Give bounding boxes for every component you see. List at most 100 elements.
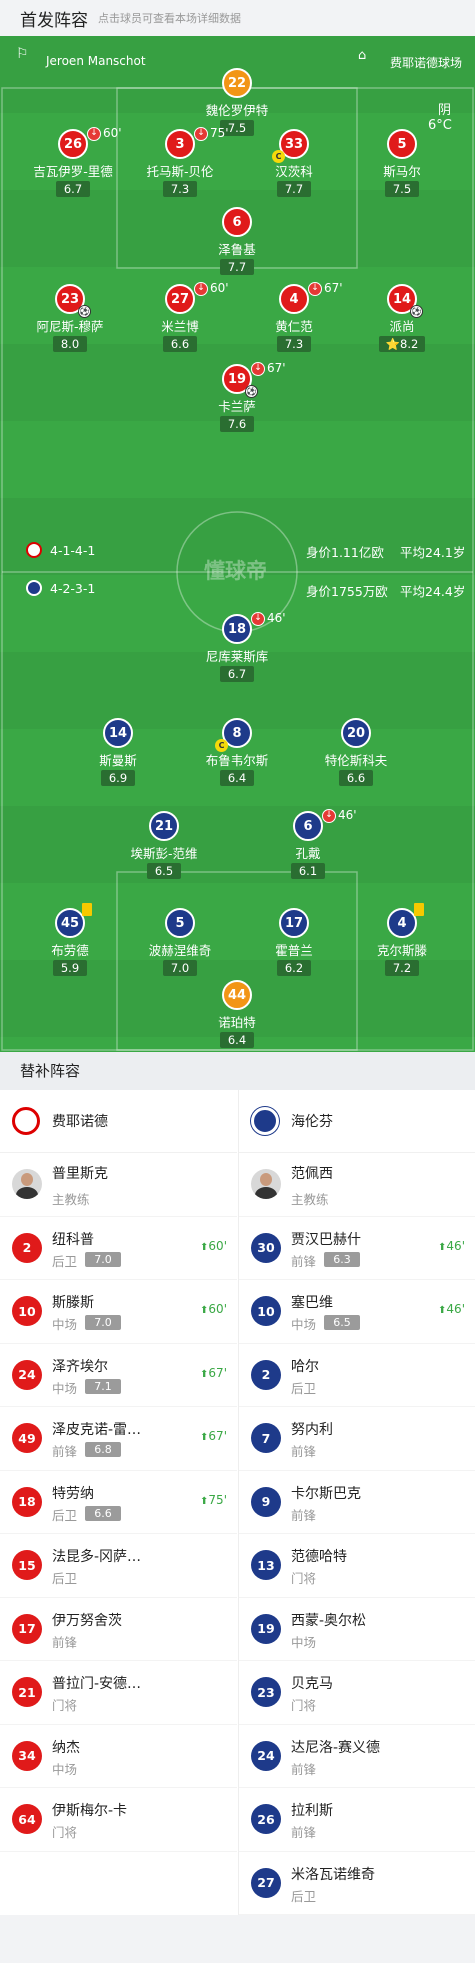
player-name: 伊斯梅尔-卡 xyxy=(52,1803,128,1819)
player-position: 门将 xyxy=(52,1698,78,1713)
player-name: 西蒙-奥尔松 xyxy=(291,1612,367,1629)
sub-player-row[interactable]: 24 泽齐埃尔 中场 7.1 ⬆67' xyxy=(0,1344,237,1407)
sub-player-row[interactable]: 24 达尼洛-赛义德 前锋 xyxy=(239,1725,475,1788)
player-name: 努内利 xyxy=(291,1422,333,1438)
player-rating: 6.8 xyxy=(85,1442,121,1457)
sub-in-minute: 60' xyxy=(208,1238,227,1253)
jersey-number: 22 xyxy=(222,68,252,98)
jersey-number: 15 xyxy=(12,1550,42,1580)
away-team-row[interactable]: 海伦芬 xyxy=(239,1090,475,1153)
home-coach-row[interactable]: 普里斯克 主教练 xyxy=(0,1153,237,1217)
sub-player-row[interactable]: 15 法昆多-冈萨… 后卫 xyxy=(0,1534,237,1598)
sub-in-minute: 46' xyxy=(446,1238,465,1253)
sub-in-time: ⬆67' xyxy=(200,1366,227,1380)
jersey-number: 6 xyxy=(293,811,323,841)
player-position: 门将 xyxy=(52,1825,78,1840)
player-name: 贾汉巴赫什 xyxy=(291,1231,361,1248)
player-position: 后卫 xyxy=(291,1380,317,1396)
yellow-card-icon xyxy=(414,903,424,916)
jersey-number: 14 xyxy=(103,718,133,748)
jersey-number: 45 xyxy=(55,908,85,938)
avatar xyxy=(12,1169,42,1199)
player-rating: 6.6 xyxy=(339,770,373,786)
jersey-number: 20 xyxy=(341,718,371,748)
sub-player-row[interactable]: 27 米洛瓦诺维奇 后卫 xyxy=(239,1852,475,1915)
sub-in-time: ⬆67' xyxy=(200,1429,227,1443)
player-rating: 7.2 xyxy=(385,960,419,976)
player-rating: 6.1 xyxy=(291,863,325,879)
avatar xyxy=(251,1169,281,1199)
player-position: 中场 xyxy=(291,1634,317,1650)
home-team-name: 费耶诺德 xyxy=(52,1114,108,1130)
jersey-number: 26 xyxy=(58,129,88,159)
jersey-number: 24 xyxy=(12,1359,42,1390)
sub-player-row[interactable]: 7 努内利 前锋 xyxy=(239,1407,475,1471)
player-rating: 7.1 xyxy=(85,1378,121,1394)
sub-player-row[interactable]: 34 纳杰 中场 xyxy=(0,1725,237,1788)
player-name: 米洛瓦诺维奇 xyxy=(291,1866,375,1883)
sub-in-time: ⬆60' xyxy=(200,1239,227,1253)
player-position: 前锋 xyxy=(291,1444,317,1459)
jersey-number: 21 xyxy=(149,811,179,841)
player-rating: 7.3 xyxy=(277,336,311,352)
player-name: 伊万努舍茨 xyxy=(52,1612,122,1629)
away-formation: 4-2-3-1 xyxy=(50,581,96,596)
coach-role: 主教练 xyxy=(291,1192,329,1207)
sub-out-icon: ↓ xyxy=(251,362,265,376)
home-subs-column: 费耶诺德 普里斯克 主教练 2 纽科普 后卫 7.0 ⬆60' 10 斯滕斯 中场 7.0 ⬆60… xyxy=(0,1090,237,1915)
sub-player-row[interactable]: 2 哈尔 后卫 xyxy=(239,1344,475,1407)
home-team-row[interactable]: 费耶诺德 xyxy=(0,1090,237,1153)
sub-player-row[interactable]: 17 伊万努舍茨 前锋 xyxy=(0,1598,237,1661)
player-name: 埃斯彭-范维 xyxy=(130,846,198,861)
sub-player-row[interactable]: 10 塞巴维 中场 6.5 ⬆46' xyxy=(239,1280,475,1344)
jersey-number: 9 xyxy=(251,1486,281,1517)
yellow-card-icon xyxy=(82,903,92,916)
player-rating: 6.9 xyxy=(101,770,135,786)
sub-player-row[interactable]: 30 贾汉巴赫什 前锋 6.3 ⬆46' xyxy=(239,1217,475,1280)
player-rating: 7.0 xyxy=(85,1315,121,1330)
sub-time: 67' xyxy=(267,361,286,375)
player-name: 斯马尔 xyxy=(383,164,421,179)
sub-player-row[interactable]: 26 拉利斯 前锋 xyxy=(239,1788,475,1852)
player-name: 孔戴 xyxy=(295,846,321,861)
captain-badge: C xyxy=(215,739,228,752)
sub-player-row[interactable]: 2 纽科普 后卫 7.0 ⬆60' xyxy=(0,1217,237,1280)
away-coach-row[interactable]: 范佩西 主教练 xyxy=(239,1153,475,1217)
away-subs-column: 海伦芬 范佩西 主教练 30 贾汉巴赫什 前锋 6.3 ⬆46' 10 塞巴维 中场 6.5 ⬆4… xyxy=(238,1090,475,1915)
player-rating: 6.2 xyxy=(277,960,311,976)
player-name: 泽齐埃尔 xyxy=(52,1358,108,1375)
player-position: 中场 xyxy=(52,1317,78,1332)
sub-player-row[interactable]: 10 斯滕斯 中场 7.0 ⬆60' xyxy=(0,1280,237,1344)
sub-player-row[interactable]: 21 普拉门-安德… 门将 xyxy=(0,1661,237,1725)
sub-in-minute: 75' xyxy=(208,1492,227,1507)
player-rating: 6.6 xyxy=(85,1505,121,1521)
sub-player-row[interactable]: 49 泽皮克诺-雷… 前锋 6.8 ⬆67' xyxy=(0,1407,237,1471)
jersey-number: 64 xyxy=(12,1804,42,1834)
home-formation: 4-1-4-1 xyxy=(50,543,96,558)
jersey-number: 23 xyxy=(251,1677,281,1707)
away-value: 身价1755万欧 xyxy=(306,584,388,599)
player-rating: 6.6 xyxy=(163,336,197,352)
player-name: 克尔斯滕 xyxy=(376,943,427,958)
home-team-crest-icon xyxy=(12,1107,40,1135)
jersey-number: 24 xyxy=(251,1740,281,1771)
rating-value: 8.2 xyxy=(400,337,419,351)
player-name: 特劳纳 xyxy=(52,1485,94,1502)
sub-player-row[interactable]: 18 特劳纳 后卫 6.6 ⬆75' xyxy=(0,1471,237,1534)
sub-player-row[interactable]: 64 伊斯梅尔-卡 门将 xyxy=(0,1788,237,1852)
player-rating: 7.6 xyxy=(220,416,254,432)
sub-time: 75' xyxy=(210,126,229,140)
jersey-number: 6 xyxy=(222,207,252,237)
sub-player-row[interactable]: 13 范德哈特 门将 xyxy=(239,1534,475,1598)
jersey-number: 10 xyxy=(251,1296,281,1326)
jersey-number: 13 xyxy=(251,1550,281,1580)
jersey-number: 21 xyxy=(12,1677,42,1707)
sub-player-row[interactable]: 9 卡尔斯巴克 前锋 xyxy=(239,1471,475,1534)
section-title: 首发阵容 xyxy=(20,10,88,31)
player-rating: 7.0 xyxy=(163,960,197,976)
sub-player-row[interactable]: 23 贝克马 门将 xyxy=(239,1661,475,1725)
player-rating: 6.7 xyxy=(220,666,254,682)
sub-player-row[interactable]: 19 西蒙-奥尔松 中场 xyxy=(239,1598,475,1661)
player-rating: ⭐8.2 xyxy=(379,336,425,352)
star-icon: ⭐ xyxy=(385,337,401,351)
